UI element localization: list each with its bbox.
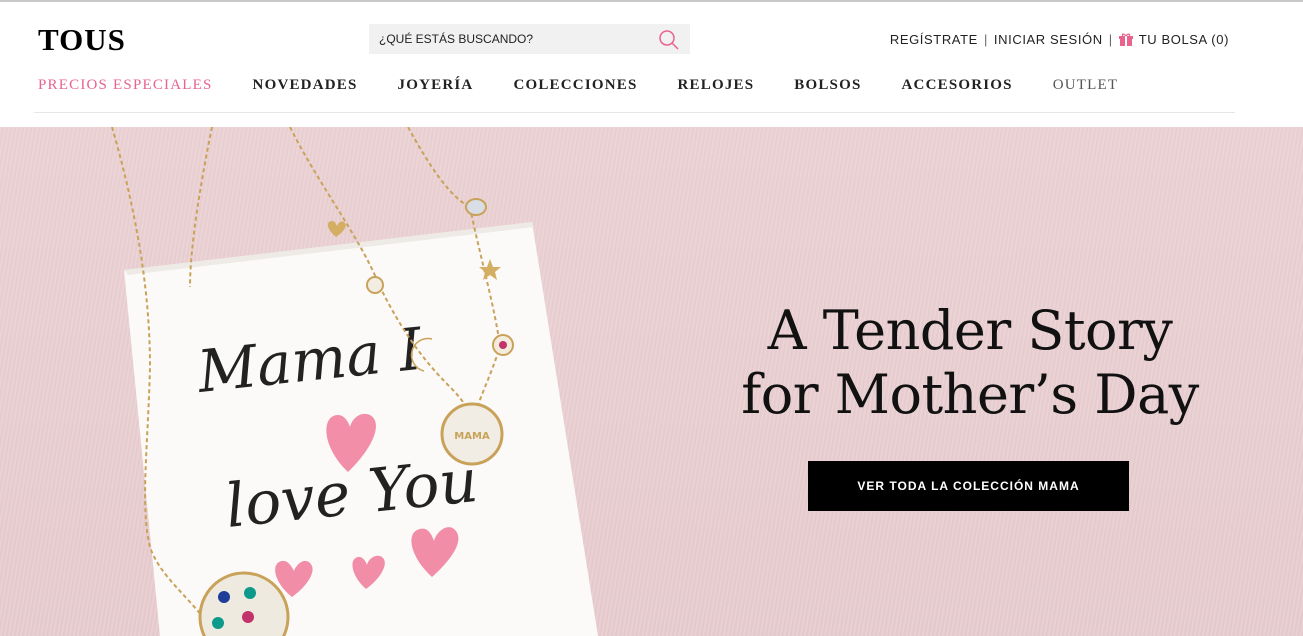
tous-logo[interactable]: TOUS [38,22,126,58]
hero-banner[interactable]: Mama I love You MAMA A Tender Story for … [0,127,1303,636]
nav-item-novedades[interactable]: NOVEDADES [253,76,358,94]
necklace-chain [407,127,471,208]
search-bar[interactable] [369,24,690,54]
view-collection-button[interactable]: VER TODA LA COLECCIÓN MAMA [808,461,1129,511]
nav-item-colecciones[interactable]: COLECCIONES [513,76,637,94]
bag-link[interactable]: TU BOLSA (0) [1139,32,1229,47]
separator: | [1108,32,1113,47]
login-link[interactable]: INICIAR SESIÓN [994,32,1103,47]
hero-title: A Tender Story for Mother’s Day [740,299,1200,427]
top-border [0,0,1303,2]
nav-item-accesorios[interactable]: ACCESORIOS [902,76,1013,94]
nav-item-relojes[interactable]: RELOJES [678,76,755,94]
nav-item-precios-especiales[interactable]: PRECIOS ESPECIALES [38,76,213,94]
nav-item-bolsos[interactable]: BOLSOS [794,76,861,94]
svg-text:MAMA: MAMA [454,431,490,442]
register-link[interactable]: REGÍSTRATE [890,32,978,47]
search-input[interactable] [379,32,649,46]
nav-item-outlet[interactable]: OUTLET [1053,76,1119,94]
hero-title-line1: A Tender Story [767,299,1173,362]
crystal-charm-icon [465,198,487,216]
main-nav: PRECIOS ESPECIALES NOVEDADES JOYERÍA COL… [38,76,1158,94]
separator: | [983,32,988,47]
search-icon[interactable] [658,29,680,51]
gift-icon[interactable] [1118,33,1133,47]
heart-charm-icon [327,221,346,237]
nav-divider [34,112,1235,113]
pearl-charm-icon [366,276,384,294]
account-links: REGÍSTRATE | INICIAR SESIÓN | TU BOLSA (… [890,32,1229,47]
hero-title-line2: for Mother’s Day [741,363,1199,426]
nav-item-joyeria[interactable]: JOYERÍA [398,76,474,94]
